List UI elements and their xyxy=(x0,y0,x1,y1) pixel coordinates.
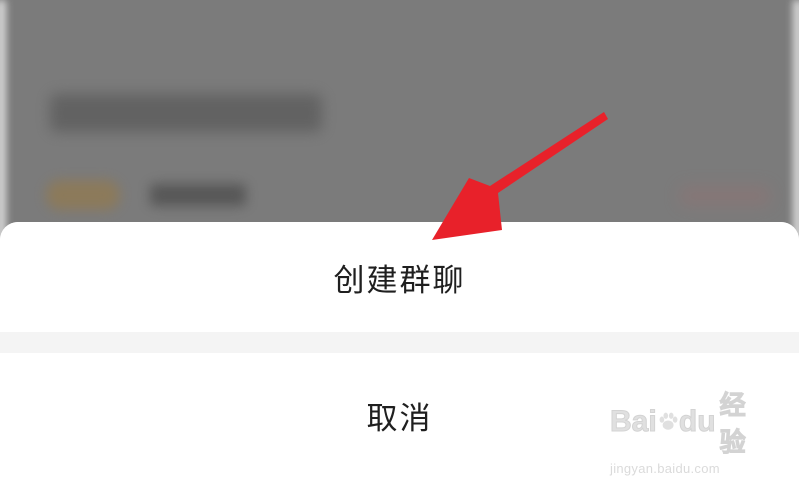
cancel-label: 取消 xyxy=(366,401,433,437)
blurred-background-chip xyxy=(680,186,770,206)
blurred-background-avatar xyxy=(46,180,120,210)
watermark-bai-text: Bai xyxy=(610,405,658,439)
blurred-background-name xyxy=(150,184,246,206)
create-group-chat-label: 创建群聊 xyxy=(333,262,466,299)
screen: 创建群聊 取消 Bai du 经验 jingyan.baidu.com xyxy=(0,0,799,478)
watermark-jingyan-text: 经验 xyxy=(719,390,746,458)
create-group-chat-button[interactable]: 创建群聊 xyxy=(0,222,799,332)
watermark-url: jingyan.baidu.com xyxy=(610,461,720,476)
baidu-watermark: Bai du 经验 jingyan.baidu.com xyxy=(610,385,760,477)
blurred-background-title xyxy=(50,94,322,132)
watermark-du-text: du xyxy=(678,405,716,439)
action-sheet-separator xyxy=(0,332,799,353)
red-arrow-shape xyxy=(432,112,608,240)
paw-icon xyxy=(659,412,678,430)
